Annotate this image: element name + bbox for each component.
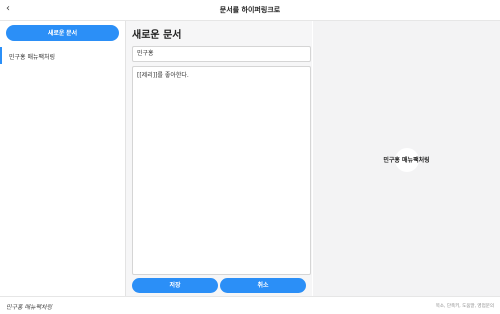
document-content-textarea[interactable]: [[제리]]를 좋아한다.	[132, 66, 311, 275]
sidebar-item-document[interactable]: 민구홍 매뉴팩처링	[0, 47, 126, 64]
cancel-button[interactable]: 취소	[220, 278, 306, 293]
editor-panel: 새로운 문서 [[제리]]를 좋아한다. 저장 취소	[126, 21, 312, 296]
graph-preview-panel: 민구홍 매뉴팩처링	[313, 21, 500, 296]
footer-links[interactable]: 목소, 단축키, 도움말, 영업문의	[436, 303, 494, 309]
page-title: 문서를 하이퍼링크로	[219, 6, 281, 14]
sidebar-item-label: 민구홍 매뉴팩처링	[9, 54, 56, 61]
document-name-input[interactable]	[132, 46, 311, 62]
new-document-button[interactable]: 새로운 문서	[6, 25, 119, 41]
footer-logo[interactable]: 민구홍 매뉴팩처링	[6, 302, 52, 311]
editor-heading: 새로운 문서	[132, 30, 182, 41]
save-button[interactable]: 저장	[132, 278, 218, 293]
footer: 민구홍 매뉴팩처링 목소, 단축키, 도움말, 영업문의	[0, 296, 500, 314]
document-sidebar: 새로운 문서 민구홍 매뉴팩처링	[0, 21, 126, 296]
top-bar: ‹ 문서를 하이퍼링크로	[0, 0, 500, 21]
graph-node-label: 민구홍 매뉴팩처링	[383, 157, 430, 164]
